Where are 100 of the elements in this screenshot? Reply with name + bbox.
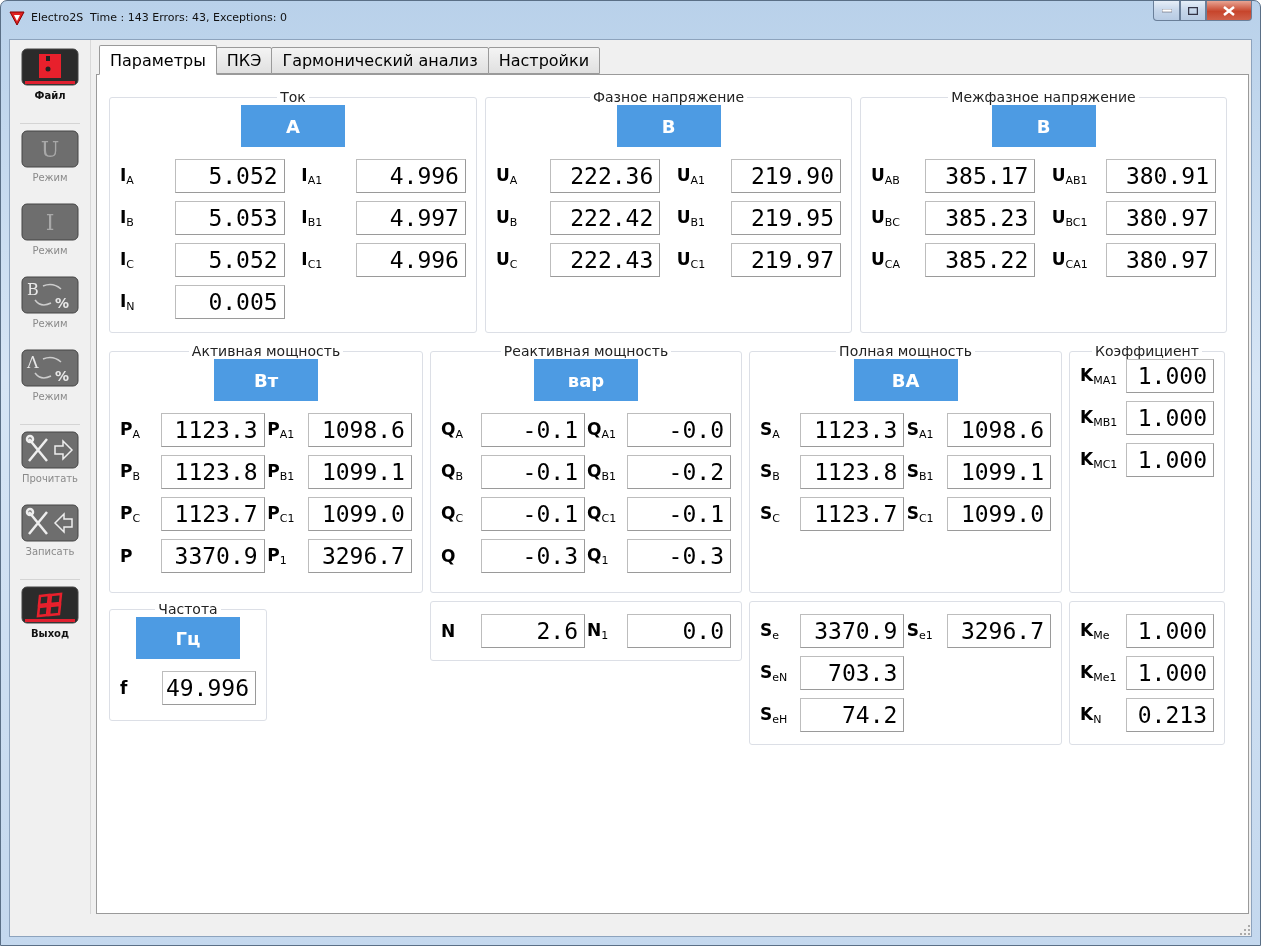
value-field: 5.053 (174, 201, 285, 235)
value-label: P (120, 546, 134, 566)
value-label: S$_{eN}$ (760, 662, 789, 684)
window-title: Electro2S Time : 143 Errors: 43, Exceptions: 0 (31, 11, 288, 24)
value-label: U$_{A1}$ (676, 165, 706, 187)
value-label: N (441, 621, 457, 641)
app-logo-icon (9, 10, 25, 26)
letter-icon: U (21, 130, 79, 168)
percent-icon: Λ % (21, 349, 79, 387)
value-field: 49.996 (162, 671, 256, 705)
value-label: S$_{C1}$ (906, 503, 935, 525)
value-field: 1123.3 (160, 413, 265, 447)
value-field: 1.000 (1126, 359, 1214, 393)
value-field: 380.97 (1106, 201, 1216, 235)
group-title: Реактивная мощность (502, 343, 670, 359)
value-field: 4.996 (355, 159, 466, 193)
value-field: 3370.9 (160, 539, 265, 573)
unit-button[interactable]: A (241, 105, 345, 147)
tools-icon (21, 431, 79, 469)
value-field: -0.0 (627, 413, 731, 447)
value-field: 3296.7 (307, 539, 412, 573)
group-title: Частота (157, 601, 219, 617)
sidebar-button[interactable]: Выход (15, 586, 85, 659)
value-label: K$_{Me}$ (1080, 620, 1111, 642)
value-field: 219.97 (731, 243, 841, 277)
value-label: U$_{B}$ (496, 207, 519, 229)
floppy-icon (21, 48, 79, 86)
minimize-icon (1161, 8, 1172, 13)
value-field: 74.2 (800, 698, 905, 732)
value-field: -0.3 (627, 539, 731, 573)
value-label: S$_{e1}$ (906, 620, 934, 642)
unit-button[interactable]: Гц (136, 617, 240, 659)
value-field: 4.996 (355, 243, 466, 277)
group-title: Фазное напряжение (591, 89, 746, 105)
value-label: S$_{B}$ (760, 461, 781, 483)
unit-button[interactable]: В (991, 105, 1096, 147)
value-field: -0.3 (481, 539, 585, 573)
tab[interactable]: Настройки (487, 47, 601, 74)
value-label: K$_{Me1}$ (1080, 662, 1118, 684)
value-label: N$_{1}$ (587, 620, 610, 642)
value-field: 1123.3 (800, 413, 905, 447)
value-field: 219.90 (731, 159, 841, 193)
value-label: K$_{MC1}$ (1080, 449, 1119, 471)
value-label: U$_{CA}$ (871, 249, 902, 271)
unit-button[interactable]: ВА (853, 359, 958, 401)
group-title: Ток (279, 89, 307, 105)
unit-button[interactable]: вар (534, 359, 638, 401)
value-label: I$_{B1}$ (301, 207, 324, 229)
value-field: 380.97 (1106, 243, 1216, 277)
value-field: 3370.9 (800, 614, 905, 648)
tab[interactable]: Параметры (99, 45, 217, 75)
letter-icon: I (21, 203, 79, 241)
value-label: f (120, 678, 129, 698)
value-label: I$_{A1}$ (301, 165, 324, 187)
value-field: 222.43 (550, 243, 661, 277)
tab[interactable]: Гармонический анализ (271, 47, 489, 74)
value-label: K$_{MB1}$ (1080, 407, 1119, 429)
unit-button[interactable]: Вт (214, 359, 318, 401)
value-label: P$_{A}$ (120, 419, 141, 441)
value-label: S$_{C}$ (760, 503, 781, 525)
value-label: S$_{A}$ (760, 419, 781, 441)
tab[interactable]: ПКЭ (215, 47, 273, 74)
group-title: Межфазное напряжение (950, 89, 1137, 105)
value-label: U$_{CA1}$ (1051, 249, 1089, 271)
value-field: 0.005 (174, 285, 285, 319)
value-field: 1099.0 (307, 497, 412, 531)
value-label: Q$_{C}$ (441, 503, 465, 525)
group-title: Активная мощность (190, 343, 342, 359)
value-field: 222.42 (550, 201, 661, 235)
value-field: 1.000 (1126, 443, 1214, 477)
maximize-button[interactable] (1180, 1, 1206, 21)
value-field: -0.1 (627, 497, 731, 531)
unit-button[interactable]: В (616, 105, 721, 147)
value-field: 0.0 (627, 614, 731, 648)
value-label: S$_{A1}$ (906, 419, 935, 441)
value-label: P$_{A1}$ (267, 419, 296, 441)
close-button[interactable] (1206, 1, 1252, 21)
sidebar-button[interactable]: Файл (15, 48, 85, 121)
value-label: Q$_{A}$ (441, 419, 464, 441)
resize-grip-icon (1239, 924, 1251, 936)
value-field: 1.000 (1126, 614, 1214, 648)
value-field: 1123.8 (800, 455, 905, 489)
value-field: 1123.7 (800, 497, 905, 531)
value-label: U$_{AB}$ (871, 165, 901, 187)
value-field: 1.000 (1126, 401, 1214, 435)
value-label: P$_{C}$ (120, 503, 142, 525)
value-label: I$_{C1}$ (301, 249, 324, 271)
maximize-icon (1188, 6, 1198, 15)
value-field: 222.36 (550, 159, 661, 193)
value-field: 1099.1 (307, 455, 412, 489)
value-label: Q$_{1}$ (587, 545, 610, 567)
value-field: 5.052 (174, 159, 285, 193)
value-label: I$_{B}$ (120, 207, 135, 229)
value-field: 219.95 (731, 201, 841, 235)
value-label: S$_{B1}$ (906, 461, 935, 483)
value-label: Q$_{A1}$ (587, 419, 617, 441)
value-field: 385.22 (925, 243, 1036, 277)
value-field: 1099.1 (947, 455, 1051, 489)
value-label: Q$_{B}$ (441, 461, 464, 483)
value-label: S$_{e}$ (760, 620, 781, 642)
